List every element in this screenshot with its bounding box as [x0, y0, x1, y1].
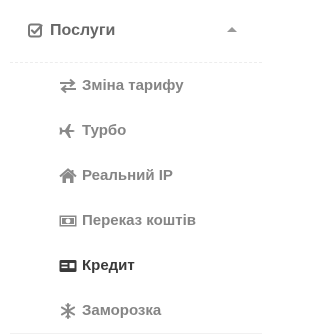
services-menu: Послуги Зміна тарифу Турбо Реальний IP П…: [0, 0, 270, 335]
services-section-title: Послуги: [50, 22, 116, 39]
divider: [10, 333, 262, 334]
menu-item-label: Реальний IP: [82, 167, 173, 184]
services-submenu: Зміна тарифу Турбо Реальний IP Переказ к…: [0, 64, 270, 334]
menu-item-turbo[interactable]: Турбо: [0, 109, 270, 154]
plane-icon: [59, 124, 75, 138]
divider: [10, 62, 262, 63]
exchange-icon: [60, 78, 76, 94]
menu-item-real-ip[interactable]: Реальний IP: [0, 154, 270, 199]
menu-item-money-transfer[interactable]: Переказ коштів: [0, 199, 270, 244]
menu-item-label: Кредит: [82, 257, 135, 274]
snowflake-icon: [60, 303, 76, 319]
services-section-toggle[interactable]: Послуги: [0, 0, 270, 62]
menu-item-label: Зміна тарифу: [82, 77, 184, 94]
menu-item-label: Турбо: [82, 122, 127, 139]
menu-item-label: Переказ коштів: [82, 212, 196, 229]
menu-item-freeze[interactable]: Заморозка: [0, 289, 270, 334]
money-icon: [59, 215, 77, 227]
menu-item-change-tariff[interactable]: Зміна тарифу: [0, 64, 270, 109]
home-icon: [59, 168, 77, 183]
menu-item-label: Заморозка: [82, 302, 162, 319]
credit-card-icon: [59, 260, 77, 272]
check-square-icon: [28, 23, 43, 38]
chevron-up-icon: [227, 27, 237, 32]
menu-item-credit[interactable]: Кредит: [0, 244, 270, 289]
